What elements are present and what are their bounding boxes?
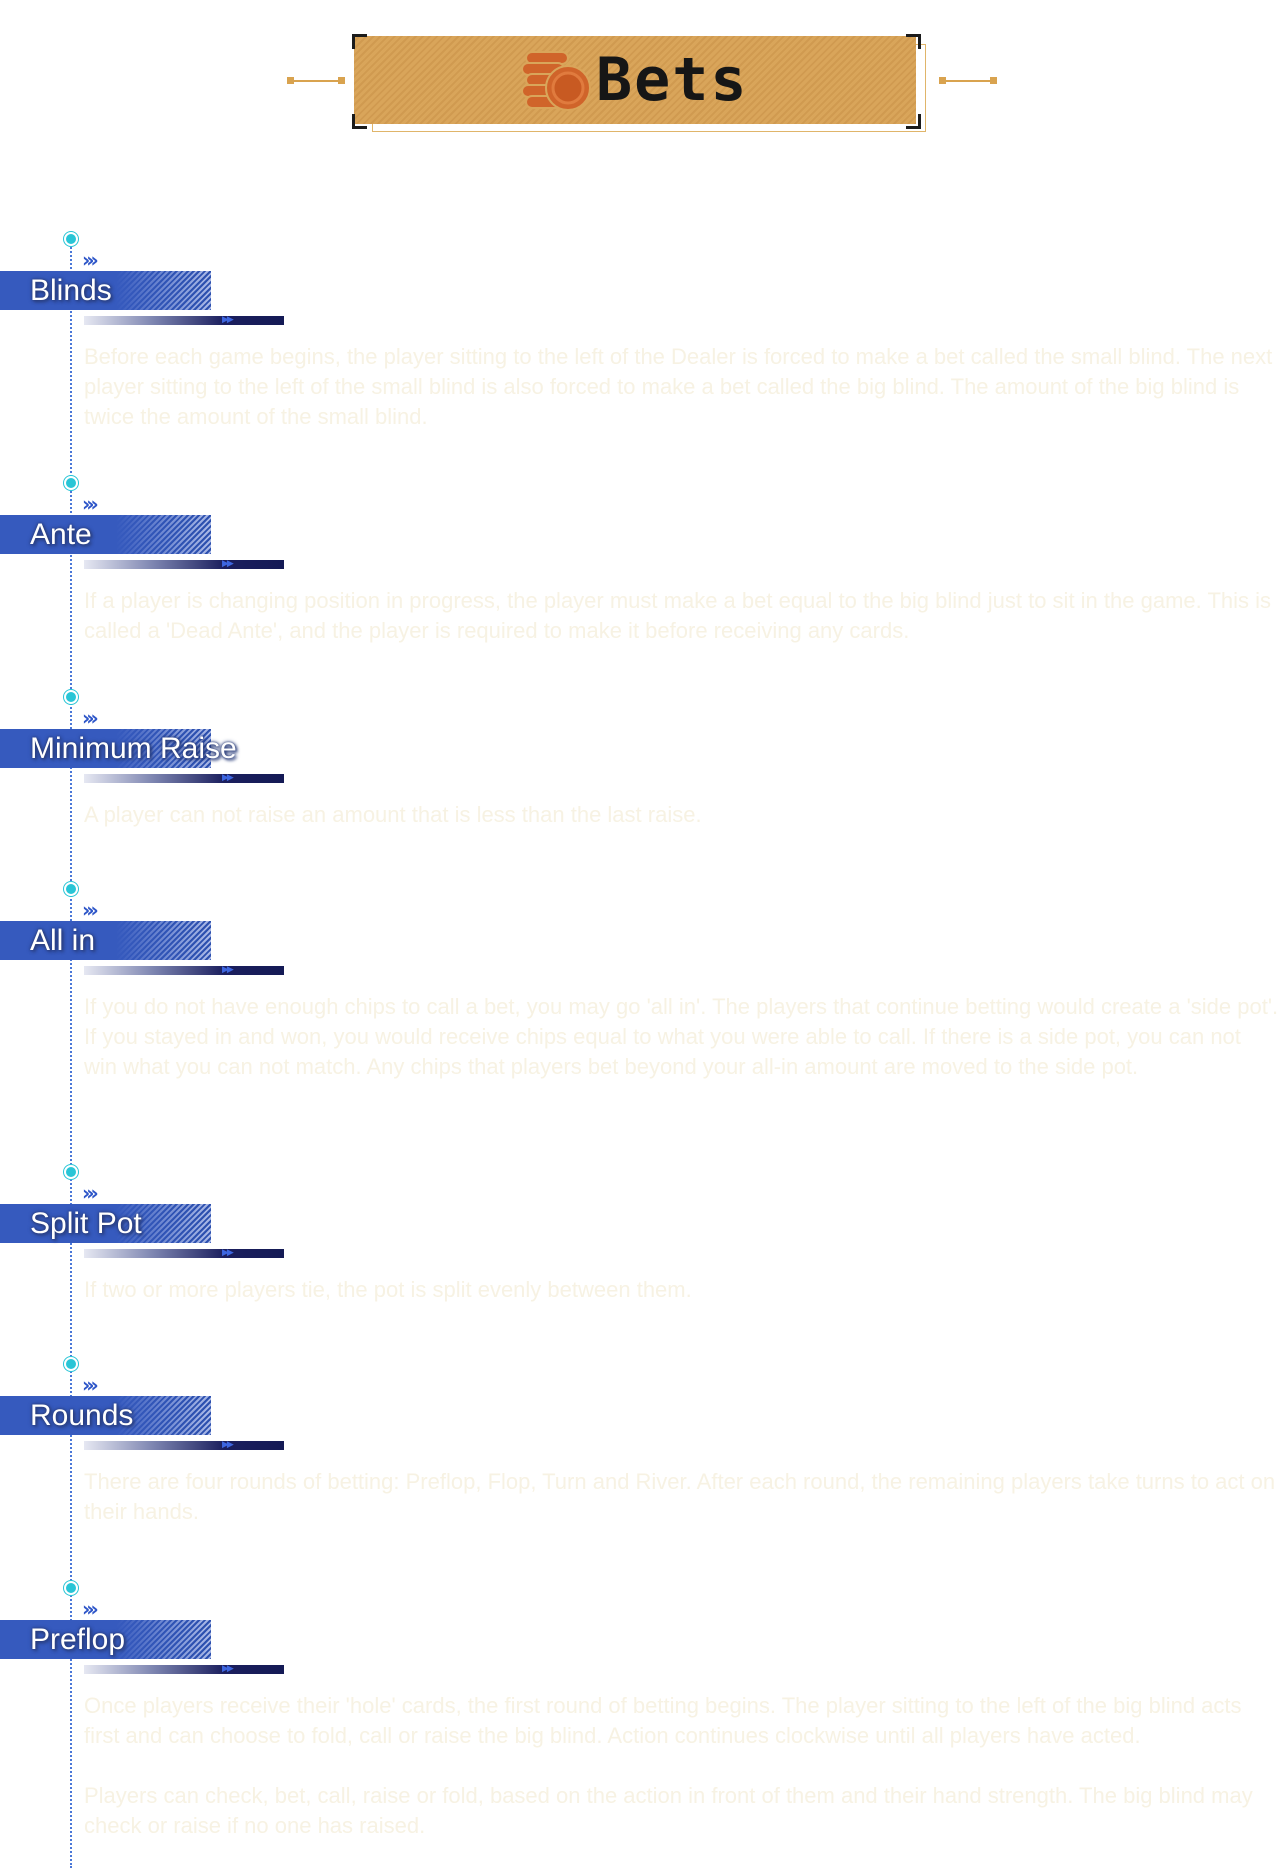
section-body-text: If a player is changing position in prog…: [84, 588, 1272, 643]
banner-left-dot-inner: [338, 77, 345, 84]
banner-left-dot: [287, 77, 294, 84]
section-underline: [84, 1249, 284, 1258]
section-title: Rounds: [30, 1399, 134, 1432]
title-banner: Bets: [0, 0, 1285, 140]
timeline-node-icon: [64, 690, 78, 704]
double-arrow-icon: ▶▶: [222, 315, 234, 325]
timeline-node-icon: [64, 1165, 78, 1179]
coins-icon: [521, 51, 591, 111]
banner-left-ornament: [290, 80, 342, 82]
banner-right-dot-inner: [939, 77, 946, 84]
section-title: Preflop: [30, 1623, 126, 1656]
page-title: Bets: [596, 45, 749, 115]
double-arrow-icon: ▶▶: [222, 1440, 234, 1450]
section-underline: [84, 966, 284, 975]
double-arrow-icon: ▶▶: [222, 559, 234, 569]
section-title: Minimum Raise: [30, 732, 237, 765]
timeline-node-icon: [64, 882, 78, 896]
section-underline: [84, 560, 284, 569]
section-body-text: A player can not raise an amount that is…: [84, 802, 702, 827]
timeline-node-icon: [64, 1357, 78, 1371]
chevron-right-icon: ›››: [82, 248, 99, 272]
section-underline: [84, 1441, 284, 1450]
banner-corner: [352, 114, 367, 129]
double-arrow-icon: ▶▶: [222, 965, 234, 975]
chevron-right-icon: ›››: [82, 1181, 99, 1205]
banner-corner: [352, 34, 367, 49]
section-underline: [84, 774, 284, 783]
banner-right-ornament: [943, 80, 995, 82]
timeline-node-icon: [64, 232, 78, 246]
section-title: All in: [30, 924, 96, 957]
section-body-text: If you do not have enough chips to call …: [84, 994, 1279, 1079]
section-body-text: If two or more players tie, the pot is s…: [84, 1277, 692, 1302]
section-title: Ante: [30, 518, 92, 551]
banner-corner: [906, 114, 921, 129]
timeline-node-icon: [64, 1581, 78, 1595]
section-body-text: Players can check, bet, call, raise or f…: [84, 1783, 1253, 1838]
section-body-text: Before each game begins, the player sitt…: [84, 344, 1273, 429]
chevron-right-icon: ›››: [82, 898, 99, 922]
chevron-right-icon: ›››: [82, 706, 99, 730]
chevron-right-icon: ›››: [82, 1373, 99, 1397]
chevron-right-icon: ›››: [82, 492, 99, 516]
section-body-text: There are four rounds of betting: Preflo…: [84, 1469, 1276, 1524]
section-title: Split Pot: [30, 1207, 142, 1240]
double-arrow-icon: ▶▶: [222, 773, 234, 783]
section-underline: [84, 316, 284, 325]
banner-corner: [906, 34, 921, 49]
double-arrow-icon: ▶▶: [222, 1248, 234, 1258]
section-underline: [84, 1665, 284, 1674]
banner-right-dot: [990, 77, 997, 84]
double-arrow-icon: ▶▶: [222, 1664, 234, 1674]
section-body-text: Once players receive their 'hole' cards,…: [84, 1693, 1242, 1748]
section-title: Blinds: [30, 274, 112, 307]
timeline-node-icon: [64, 476, 78, 490]
chevron-right-icon: ›››: [82, 1597, 99, 1621]
